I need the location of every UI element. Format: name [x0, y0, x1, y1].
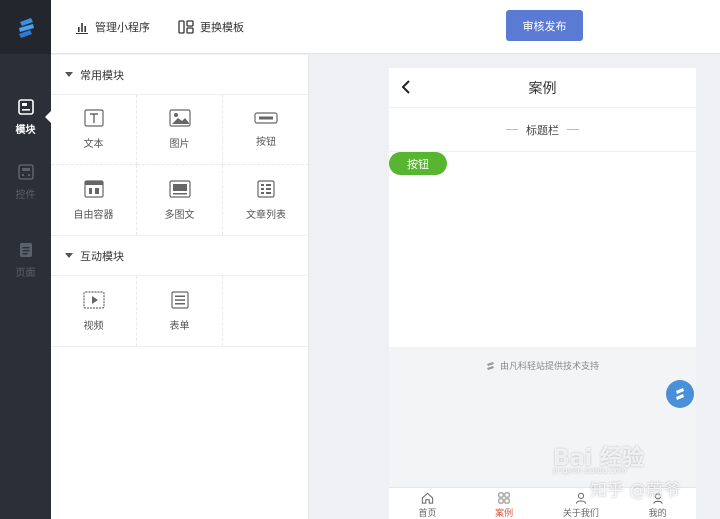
preview-button[interactable]: 按钮 — [389, 152, 447, 175]
title-bar-module[interactable]: 标题栏 — [389, 108, 696, 152]
caret-down-icon — [65, 253, 73, 258]
widget-icon — [17, 163, 34, 180]
top-bar: 管理小程序 更换模板 审核发布 — [51, 0, 720, 54]
module-button[interactable]: 按钮 — [223, 95, 309, 165]
module-video[interactable]: 视频 — [51, 276, 137, 346]
module-label: 视频 — [83, 320, 104, 332]
tab-label: 关于我们 — [562, 509, 599, 519]
left-rail: 模块 控件 页面 — [0, 0, 51, 519]
tech-support: 由凡科轻站提供技术支持 — [389, 359, 696, 372]
button-icon — [254, 112, 278, 124]
template-icon — [178, 20, 194, 34]
logo-icon — [676, 388, 684, 400]
app-logo[interactable] — [0, 0, 51, 54]
support-text: 由凡科轻站提供技术支持 — [499, 362, 599, 372]
back-arrow-icon[interactable] — [401, 80, 411, 94]
grid-icon — [498, 492, 510, 504]
section-title: 常用模块 — [80, 68, 124, 82]
home-icon — [421, 492, 434, 504]
caret-down-icon — [65, 72, 73, 77]
footer-area: 由凡科轻站提供技术支持 — [389, 347, 696, 487]
watermark-url: jingyan.baidu.com — [553, 466, 627, 475]
module-container[interactable]: 自由容器 — [51, 165, 137, 235]
logo-icon — [18, 18, 34, 38]
rail-item-label: 模块 — [15, 124, 36, 136]
module-image[interactable]: 图片 — [137, 95, 223, 165]
floating-service-button[interactable] — [666, 380, 694, 408]
module-icon — [17, 98, 34, 115]
template-label: 更换模板 — [200, 21, 244, 34]
watermark-zhihu: 知乎 @蔚爷 — [590, 481, 681, 501]
module-panel: 常用模块 文本 图片 按钮 自由容器 多图文 文章列表 互动模块 视频 表单 — [51, 55, 309, 519]
page-icon — [19, 242, 32, 257]
text-icon — [83, 109, 104, 127]
tab-label: 案例 — [495, 509, 514, 519]
manage-label: 管理小程序 — [95, 21, 150, 34]
title-bar-label: 标题栏 — [526, 123, 559, 137]
module-label: 文本 — [83, 139, 104, 150]
bar-chart-icon — [76, 23, 88, 34]
tab-home[interactable]: 首页 — [389, 488, 466, 519]
module-text[interactable]: 文本 — [51, 95, 137, 165]
module-multi-image-text[interactable]: 多图文 — [137, 165, 223, 235]
section-title: 互动模块 — [80, 249, 124, 263]
form-icon — [170, 290, 189, 309]
module-article-list[interactable]: 文章列表 — [223, 165, 309, 235]
rail-item-label: 页面 — [15, 267, 36, 279]
section-common-header[interactable]: 常用模块 — [51, 55, 308, 95]
module-label: 自由容器 — [73, 209, 114, 221]
manage-miniprogram-button[interactable]: 管理小程序 — [75, 17, 150, 37]
divider — [506, 129, 518, 130]
change-template-button[interactable]: 更换模板 — [178, 17, 244, 37]
rail-item-widget[interactable]: 控件 — [0, 150, 51, 214]
module-label: 多图文 — [164, 209, 195, 221]
module-label: 表单 — [169, 320, 190, 332]
module-label: 文章列表 — [246, 209, 286, 221]
rail-item-label: 控件 — [15, 189, 36, 201]
interactive-module-grid: 视频 表单 — [51, 276, 308, 347]
multi-image-text-icon — [168, 179, 191, 198]
common-module-grid: 文本 图片 按钮 自由容器 多图文 文章列表 — [51, 95, 309, 236]
article-list-icon — [257, 179, 275, 198]
user-icon — [575, 492, 587, 504]
phone-preview: 案例 标题栏 按钮 由凡科轻站提供技术支持 首页 案例 关于我们 我的 — [389, 68, 696, 519]
container-icon — [83, 179, 104, 198]
divider — [567, 129, 579, 130]
module-label: 按钮 — [256, 137, 276, 148]
tab-case[interactable]: 案例 — [466, 488, 543, 519]
image-icon — [168, 109, 191, 127]
section-interactive-header[interactable]: 互动模块 — [51, 236, 308, 276]
module-label: 图片 — [169, 139, 190, 150]
tab-label: 我的 — [648, 509, 667, 519]
phone-header: 案例 — [389, 68, 696, 108]
module-form[interactable]: 表单 — [137, 276, 223, 346]
publish-button[interactable]: 审核发布 — [506, 10, 583, 41]
video-icon — [82, 290, 105, 309]
empty-cell — [223, 276, 309, 346]
rail-item-module[interactable]: 模块 — [0, 85, 51, 149]
logo-small-icon — [486, 361, 494, 370]
page-title: 案例 — [528, 80, 557, 97]
rail-item-page[interactable]: 页面 — [0, 228, 51, 292]
tab-label: 首页 — [418, 509, 437, 519]
